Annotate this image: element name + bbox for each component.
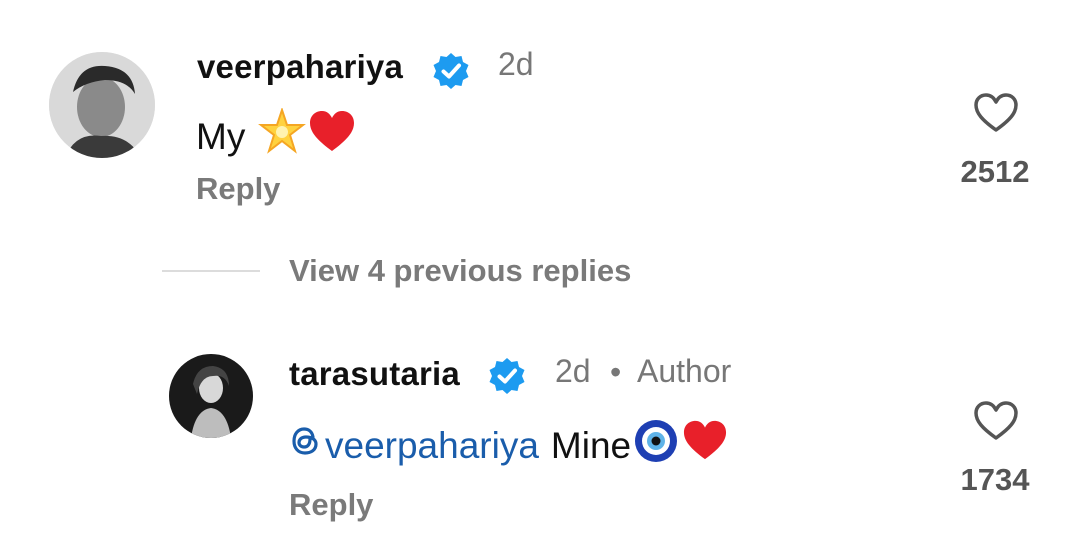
mention-username: veerpahariya xyxy=(325,424,539,466)
author-label: Author xyxy=(637,353,732,389)
reply-button[interactable]: Reply xyxy=(196,171,280,207)
mention-link[interactable]: veerpahariya xyxy=(289,423,539,468)
red-heart-icon xyxy=(681,419,729,472)
like-heart-icon[interactable] xyxy=(973,92,1019,134)
comment-username[interactable]: veerpahariya xyxy=(197,48,403,86)
separator-dot: • xyxy=(610,354,622,390)
threads-icon xyxy=(289,423,323,468)
comment-text-prefix: My xyxy=(196,115,246,157)
reply-timestamp: 2d xyxy=(555,353,591,389)
replies-divider xyxy=(162,270,260,272)
like-heart-icon[interactable] xyxy=(973,400,1019,442)
reply-text: veerpahariya Mine xyxy=(289,418,729,473)
red-heart-icon xyxy=(307,109,357,164)
avatar[interactable] xyxy=(49,52,155,158)
avatar-photo xyxy=(49,52,155,158)
glowing-star-icon xyxy=(257,106,307,165)
view-previous-replies-button[interactable]: View 4 previous replies xyxy=(289,253,631,289)
comment-text: My xyxy=(196,106,357,165)
avatar[interactable] xyxy=(169,354,253,438)
verified-badge-icon xyxy=(487,356,527,396)
reply-text-body: Mine xyxy=(550,424,632,466)
verified-badge-icon xyxy=(431,51,471,91)
reply-username[interactable]: tarasutaria xyxy=(289,355,460,393)
like-count: 2512 xyxy=(960,154,1030,189)
like-count: 1734 xyxy=(960,462,1030,497)
reply-button[interactable]: Reply xyxy=(289,487,373,523)
avatar-photo xyxy=(169,354,253,438)
comment-timestamp: 2d xyxy=(498,46,534,82)
nazar-amulet-icon xyxy=(633,418,679,473)
